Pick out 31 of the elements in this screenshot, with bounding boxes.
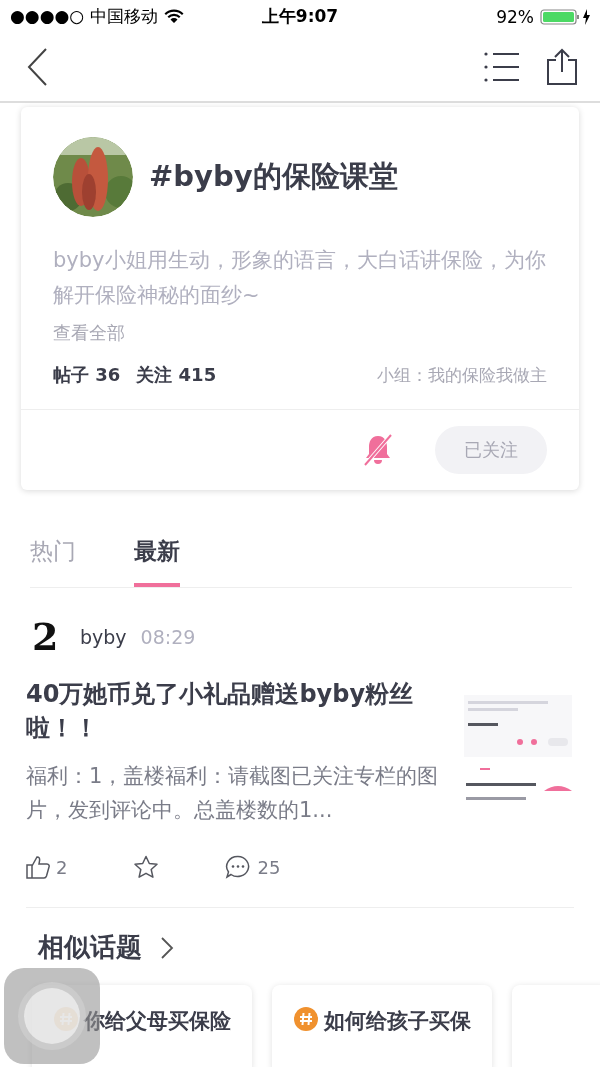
topic-description: byby小姐用生动，形象的语言，大白话讲保险，为你解开保险神秘的面纱~ (53, 247, 547, 309)
author-name[interactable]: byby (80, 625, 127, 648)
topic-card-title: 如何给孩子买保 (324, 1008, 471, 1035)
clock-time: 上午9:07 (261, 5, 339, 28)
carrier-label: ●●●●○ 中国移动 (10, 5, 158, 28)
menu-icon[interactable] (484, 51, 520, 83)
tab[interactable]: 最新 (134, 520, 180, 587)
like-count: 2 (56, 856, 68, 878)
follower-count: 关注 415 (136, 363, 217, 387)
comment-count: 25 (257, 856, 281, 878)
hashtag-icon (294, 1007, 318, 1031)
back-icon[interactable] (26, 47, 50, 87)
section-heading: 相似话题 (38, 931, 142, 964)
topic-card-title: 你给父母买保险 (84, 1008, 231, 1035)
topic-card[interactable]: 如何给孩子买保 (272, 985, 492, 1067)
group-label: 小组：我的保险我做主 (377, 363, 547, 387)
muted-bell-icon[interactable] (363, 433, 393, 467)
author-avatar: 2 (32, 614, 60, 659)
chevron-right-icon[interactable] (160, 935, 174, 960)
battery-percent: 92% (496, 6, 534, 27)
wifi-icon (163, 9, 184, 24)
post-time: 08:29 (140, 625, 196, 648)
star-icon[interactable] (133, 855, 160, 879)
battery-icon (540, 7, 592, 26)
thumbs-up-icon[interactable] (26, 855, 50, 879)
topic-title: #byby的保险课堂 (149, 158, 398, 195)
comment-icon[interactable] (225, 855, 252, 879)
post-title[interactable]: 40万她币兑了小礼品赠送byby粉丝啦！！ (26, 677, 444, 745)
post-excerpt: 福利：1，盖楼福利：请截图已关注专栏的图片，发到评论中。总盖楼数的1... (26, 763, 440, 824)
post-count: 帖子 36 (53, 363, 121, 387)
share-icon[interactable] (546, 48, 578, 86)
